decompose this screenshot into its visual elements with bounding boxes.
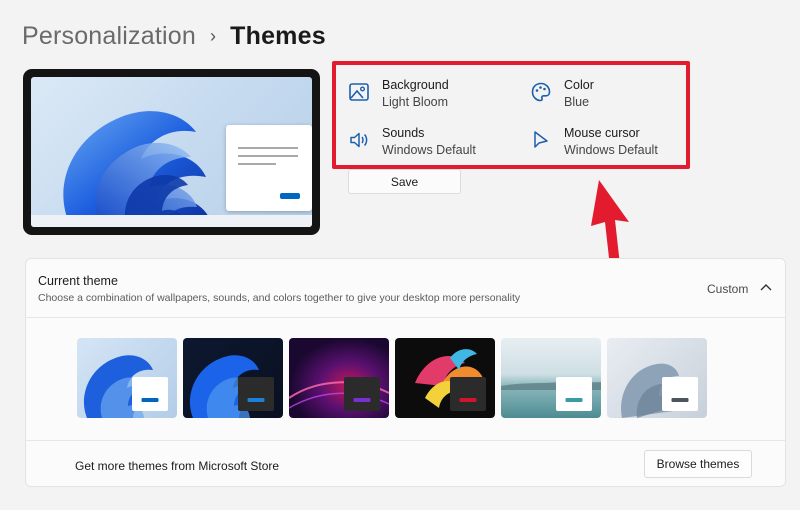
breadcrumb: Personalization › Themes [22, 22, 326, 51]
setting-color-label: Color [564, 78, 594, 92]
theme-thumbnail-captured-motion[interactable] [395, 338, 495, 418]
store-text: Get more themes from Microsoft Store [75, 459, 280, 473]
setting-background[interactable]: Background Light Bloom [348, 77, 449, 111]
microsoft-store-row: Get more themes from Microsoft Store Bro… [26, 440, 785, 486]
theme-mini-window [450, 377, 486, 411]
setting-color-value: Blue [564, 95, 590, 109]
theme-thumbnail-sunrise[interactable] [501, 338, 601, 418]
breadcrumb-personalization[interactable]: Personalization [22, 22, 196, 51]
setting-mouse-cursor-label: Mouse cursor [564, 126, 640, 140]
browse-themes-button[interactable]: Browse themes [644, 450, 752, 478]
setting-background-label: Background [382, 78, 449, 92]
theme-thumbnail-light-bloom[interactable] [77, 338, 177, 418]
theme-mini-window [556, 377, 592, 411]
palette-icon [531, 82, 551, 102]
preview-wallpaper [31, 77, 312, 227]
setting-color[interactable]: Color Blue [530, 77, 594, 111]
chevron-up-icon[interactable] [760, 283, 772, 291]
current-theme-description: Choose a combination of wallpapers, soun… [38, 292, 521, 304]
preview-window-button [280, 193, 300, 199]
setting-background-value: Light Bloom [382, 95, 449, 109]
current-theme-panel: Current theme Choose a combination of wa… [25, 258, 786, 487]
theme-preview [23, 69, 320, 235]
theme-mini-window [344, 377, 380, 411]
theme-mini-window [662, 377, 698, 411]
preview-taskbar [31, 215, 312, 227]
theme-thumbnail-glow[interactable] [289, 338, 389, 418]
image-icon [349, 83, 369, 101]
theme-thumbnail-dark-bloom[interactable] [183, 338, 283, 418]
theme-thumbnail-flow[interactable] [607, 338, 707, 418]
setting-mouse-cursor-value: Windows Default [564, 143, 658, 157]
current-theme-title: Current theme [38, 274, 118, 288]
breadcrumb-separator: › [209, 26, 217, 46]
setting-sounds-value: Windows Default [382, 143, 476, 157]
save-button[interactable]: Save [348, 169, 461, 194]
cursor-icon [534, 131, 548, 148]
theme-mini-window [132, 377, 168, 411]
speaker-icon [350, 132, 368, 148]
page-title: Themes [230, 22, 326, 50]
setting-sounds[interactable]: Sounds Windows Default [348, 125, 476, 159]
preview-window [226, 125, 312, 211]
current-theme-header[interactable]: Current theme Choose a combination of wa… [26, 259, 785, 318]
theme-mini-window [238, 377, 274, 411]
current-theme-value: Custom [707, 282, 749, 296]
setting-mouse-cursor[interactable]: Mouse cursor Windows Default [530, 125, 658, 159]
setting-sounds-label: Sounds [382, 126, 425, 140]
